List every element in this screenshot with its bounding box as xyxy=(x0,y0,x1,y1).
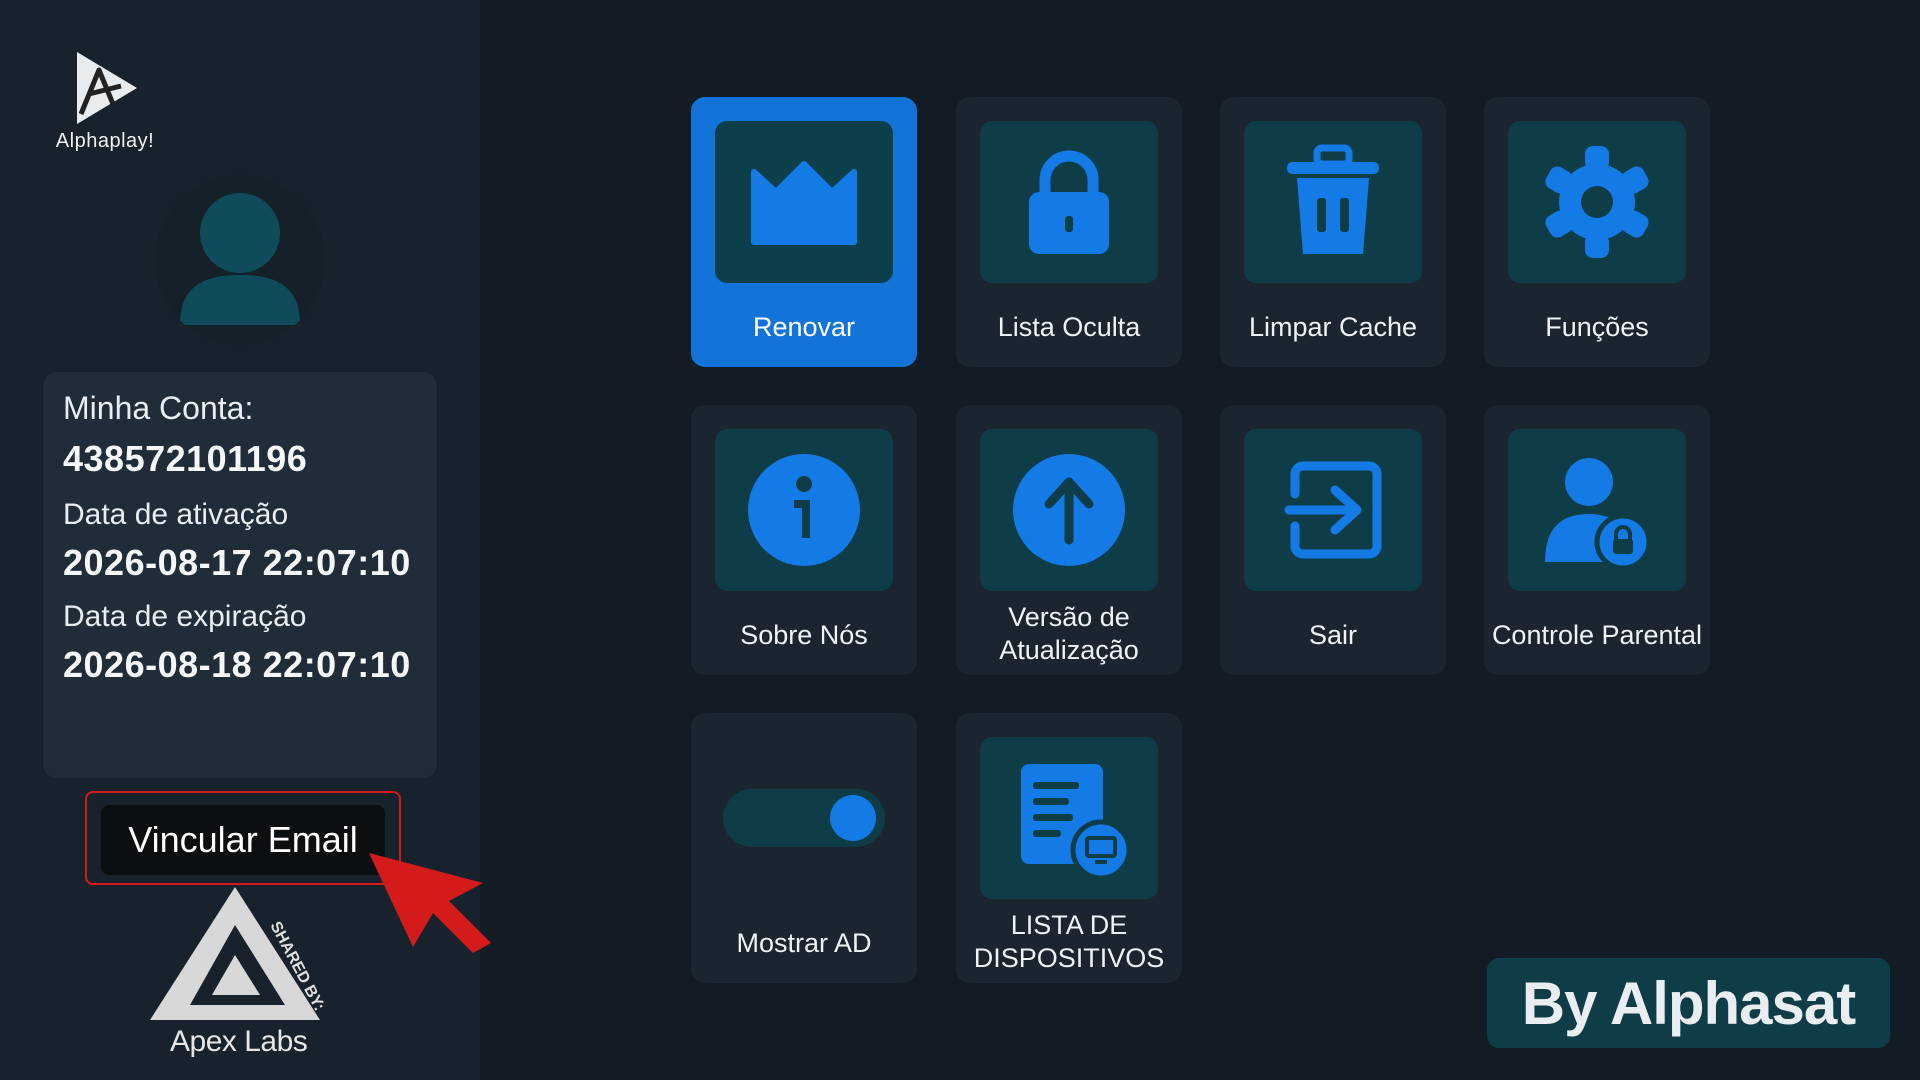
pointer-arrow-icon xyxy=(369,853,491,953)
tile-versao-atualizacao[interactable]: Versão de Atualização xyxy=(956,405,1182,675)
device-list-icon xyxy=(1021,764,1129,878)
tile-lista-oculta-label: Lista Oculta xyxy=(997,312,1141,342)
upload-arrow-icon xyxy=(1013,454,1125,566)
by-alphasat-text: By Alphasat xyxy=(1521,969,1857,1037)
toggle-icon[interactable] xyxy=(719,783,889,853)
apex-labs-text: Apex Labs xyxy=(170,1025,308,1058)
account-number: 438572101196 xyxy=(63,438,308,479)
alphaplay-logo: Alphaplay! xyxy=(50,48,160,158)
tile-sobre-nos[interactable]: Sobre Nós xyxy=(691,405,917,675)
parental-user-lock-icon xyxy=(1545,458,1652,570)
tile-sair-label: Sair xyxy=(1308,620,1357,650)
tile-funcoes-label: Funções xyxy=(1545,312,1649,342)
tile-controle-parental-label: Controle Parental xyxy=(1491,620,1703,650)
apex-labs-watermark: SHARED BY: Apex Labs xyxy=(150,885,340,1065)
tile-lista-dispositivos[interactable]: LISTA DE DISPOSITIVOS xyxy=(956,713,1182,983)
exit-icon xyxy=(1284,461,1382,559)
lock-icon xyxy=(1029,150,1109,254)
link-email-button[interactable]: Vincular Email xyxy=(101,805,385,875)
user-avatar-icon xyxy=(180,193,300,325)
trash-icon xyxy=(1287,144,1379,254)
avatar xyxy=(155,175,325,345)
crown-icon xyxy=(751,161,857,245)
activation-label: Data de ativação xyxy=(63,498,289,531)
tile-sair[interactable]: Sair xyxy=(1220,405,1446,675)
activation-date: 2026-08-17 22:07:10 xyxy=(63,542,411,583)
account-label: Minha Conta: xyxy=(63,390,254,426)
tile-mostrar-ad[interactable]: Mostrar AD xyxy=(691,713,917,983)
tile-controle-parental[interactable]: Controle Parental xyxy=(1484,405,1710,675)
tile-mostrar-ad-label: Mostrar AD xyxy=(736,928,872,958)
tile-renovar-label: Renovar xyxy=(752,312,856,342)
info-icon xyxy=(748,454,860,566)
tile-limpar-cache-label: Limpar Cache xyxy=(1248,312,1418,342)
account-info-card: Minha Conta: 438572101196 Data de ativaç… xyxy=(43,372,437,778)
tile-limpar-cache[interactable]: Limpar Cache xyxy=(1220,97,1446,367)
tile-sobre-nos-label: Sobre Nós xyxy=(740,620,868,650)
tile-funcoes[interactable]: Funções xyxy=(1484,97,1710,367)
expiration-label: Data de expiração xyxy=(63,600,307,633)
link-email-highlight: Vincular Email xyxy=(85,791,401,885)
apex-logo-icon: SHARED BY: xyxy=(150,887,328,1020)
expiration-date: 2026-08-18 22:07:10 xyxy=(63,644,411,685)
tile-renovar[interactable]: Renovar xyxy=(691,97,917,367)
tile-lista-dispositivos-label: LISTA DE DISPOSITIVOS xyxy=(973,910,1165,973)
sidebar: Alphaplay! Minha Conta: 438572101196 Dat… xyxy=(0,0,491,1080)
tile-lista-oculta[interactable]: Lista Oculta xyxy=(956,97,1182,367)
by-alphasat-badge: By Alphasat xyxy=(1487,958,1890,1048)
play-logo-icon xyxy=(77,52,137,124)
tile-versao-atualizacao-label: Versão de Atualização xyxy=(999,602,1139,665)
gear-icon xyxy=(1545,146,1649,258)
logo-text: Alphaplay! xyxy=(55,130,155,152)
